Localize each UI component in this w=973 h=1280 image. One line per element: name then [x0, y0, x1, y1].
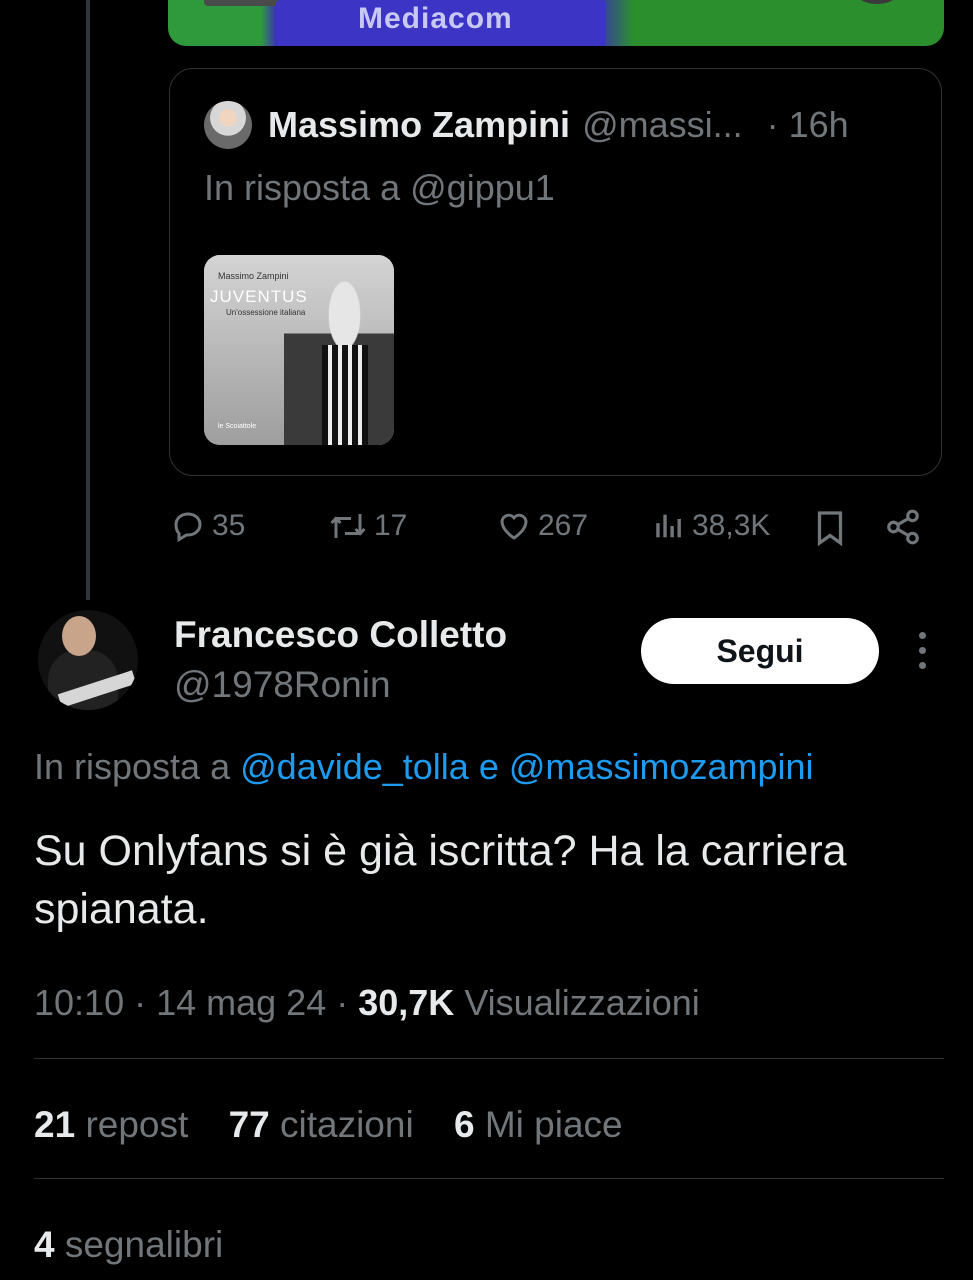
media-control-button[interactable]: [846, 0, 908, 4]
divider: [34, 1178, 944, 1179]
share-action[interactable]: [884, 508, 922, 546]
likes-stat[interactable]: 6 Mi piace: [454, 1104, 623, 1145]
tweet-meta: 10:10 · 14 mag 24 · 30,7K Visualizzazion…: [34, 982, 700, 1023]
reposts-stat[interactable]: 21 repost: [34, 1104, 188, 1145]
quoted-reply-prefix: In risposta a: [204, 167, 401, 208]
quoted-tweet-time[interactable]: · 16h: [767, 104, 849, 146]
divider: [34, 1058, 944, 1059]
media-watermark: Mediacom: [358, 2, 513, 35]
book-cover-publisher: le Scoiattole: [218, 423, 257, 430]
reply-context: In risposta a @davide_tolla e @massimoza…: [34, 746, 814, 788]
bookmark-action[interactable]: [812, 508, 848, 548]
mention-link-2[interactable]: @massimozampini: [509, 746, 814, 787]
tweet-time[interactable]: 10:10: [34, 982, 124, 1023]
like-count: 267: [538, 509, 589, 542]
quoted-tweet-header: Massimo Zampini @massi... · 16h: [204, 101, 849, 149]
reply-prefix: In risposta a: [34, 746, 231, 787]
quoted-author-name[interactable]: Massimo Zampini: [268, 104, 570, 146]
tweet-text: Su Onlyfans si è già iscritta? Ha la car…: [34, 827, 847, 933]
tweet-date[interactable]: 14 mag 24: [156, 982, 326, 1023]
bookmarks-stat[interactable]: 4 segnalibri: [34, 1224, 223, 1266]
book-cover-image[interactable]: Massimo Zampini JUVENTUS Un'ossessione i…: [204, 255, 394, 445]
share-icon: [887, 509, 919, 545]
like-action[interactable]: 267: [496, 508, 588, 544]
bar-chart-icon: [656, 514, 681, 538]
bookmark-icon: [817, 511, 843, 547]
repost-icon: [330, 514, 366, 538]
video-timestamp-badge: [204, 0, 284, 6]
book-cover-subtitle: Un'ossessione italiana: [226, 308, 306, 317]
quoted-reply-context: In risposta a @gippu1: [204, 167, 555, 209]
follow-button[interactable]: Segui: [641, 618, 879, 684]
quotes-stat[interactable]: 77 citazioni: [229, 1104, 414, 1145]
avatar-head: [62, 616, 96, 656]
quoted-author-avatar[interactable]: [204, 101, 252, 149]
views-count: 38,3K: [692, 509, 771, 542]
reply-conjunction: e: [478, 746, 499, 787]
mention-link-1[interactable]: @davide_tolla: [240, 746, 469, 787]
reply-count: 35: [212, 509, 246, 542]
quoted-reply-mention: @gippu1: [410, 167, 555, 208]
more-options-icon[interactable]: [909, 632, 935, 672]
thread-line: [86, 0, 90, 600]
reply-action[interactable]: 35: [170, 508, 245, 544]
quoted-author-handle[interactable]: @massi...: [582, 104, 743, 146]
quoted-tweet-actions: 35 17 267 38,3K: [170, 508, 930, 548]
views-action[interactable]: 38,3K: [652, 508, 770, 544]
engagement-stats: 21 repost 77 citazioni 6 Mi piace: [34, 1104, 623, 1146]
author-handle[interactable]: @1978Ronin: [174, 664, 391, 706]
quoted-tweet-card[interactable]: Massimo Zampini @massi... · 16h In rispo…: [169, 68, 942, 476]
book-cover-jersey: [322, 345, 368, 445]
book-cover-title: JUVENTUS: [210, 287, 308, 306]
media-thumbnail[interactable]: Mediacom: [168, 0, 944, 46]
views-count-total: 30,7K: [358, 982, 455, 1023]
reply-icon: [174, 512, 202, 543]
repost-action[interactable]: 17: [328, 508, 407, 544]
heart-icon: [500, 513, 528, 540]
views-label: Visualizzazioni: [464, 982, 700, 1023]
book-cover-author: Massimo Zampini: [218, 271, 289, 281]
author-name[interactable]: Francesco Colletto: [174, 614, 507, 656]
author-avatar[interactable]: [38, 610, 138, 710]
repost-count: 17: [374, 509, 408, 542]
